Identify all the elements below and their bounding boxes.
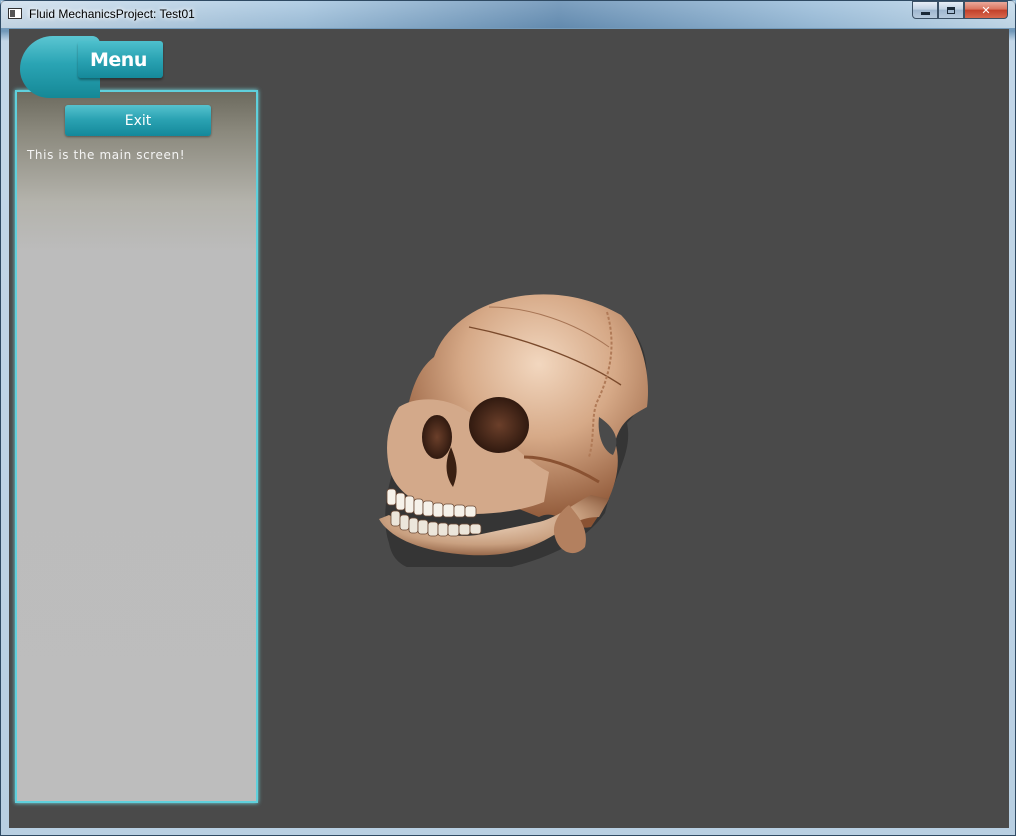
caption-buttons: ✕ — [912, 1, 1008, 20]
app-icon[interactable] — [8, 8, 22, 19]
title-bar[interactable]: Fluid MechanicsProject: Test01 ✕ — [1, 1, 1015, 28]
minimize-icon — [920, 11, 930, 15]
maximize-icon — [947, 6, 955, 14]
close-button[interactable]: ✕ — [964, 1, 1008, 19]
maximize-button[interactable] — [938, 1, 964, 19]
status-message: This is the main screen! — [27, 148, 186, 162]
main-canvas[interactable]: Exit This is the main screen! Menu — [9, 29, 1009, 828]
skull-render-icon — [379, 294, 648, 574]
skull-viewport[interactable] — [359, 267, 659, 574]
exit-button[interactable]: Exit — [65, 105, 211, 136]
side-panel: Exit This is the main screen! — [15, 90, 258, 803]
menu-tab[interactable]: Menu — [20, 36, 163, 98]
menu-label: Menu — [90, 49, 147, 71]
close-icon: ✕ — [981, 3, 991, 17]
minimize-button[interactable] — [912, 1, 938, 19]
app-window: Fluid MechanicsProject: Test01 ✕ Exit Th… — [0, 0, 1016, 836]
window-title: Fluid MechanicsProject: Test01 — [29, 7, 195, 21]
